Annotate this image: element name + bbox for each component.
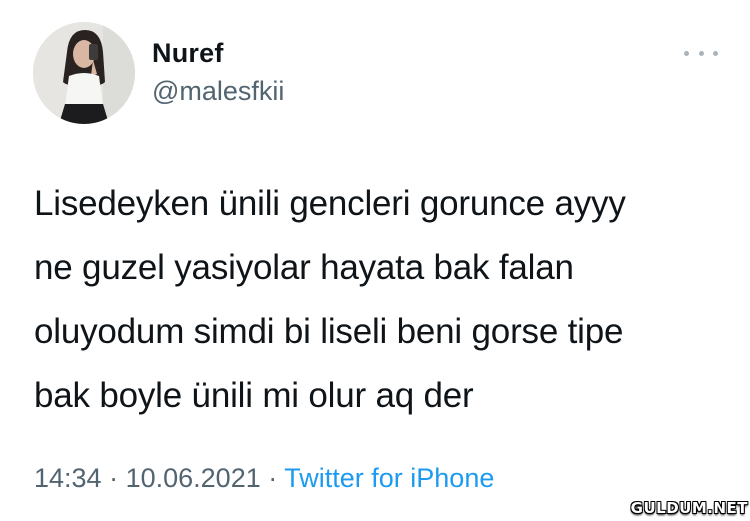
watermark: GULDUM.NET (630, 499, 748, 517)
user-handle[interactable]: @malesfkii (152, 76, 284, 107)
more-horizontal-icon-dot (684, 50, 689, 56)
tweet-text-line: ne guzel yasiyolar hayata bak falan (34, 248, 574, 287)
tweet-text-line: oluyodum simdi bi liseli beni gorse tipe (34, 312, 624, 351)
tweet-card: Nuref @malesfkii Lisedeyken ünili gencle… (0, 0, 750, 521)
tweet-text: Lisedeyken ünili gencleri gorunce ayyy n… (34, 172, 734, 428)
more-horizontal-icon-dot (698, 50, 704, 56)
more-horizontal-icon-dot (713, 50, 718, 56)
tweet-metadata: 14:34 · 10.06.2021 · Twitter for iPhone (34, 463, 494, 494)
avatar[interactable] (33, 22, 135, 124)
display-name[interactable]: Nuref (152, 38, 224, 69)
tweet-text-line: Lisedeyken ünili gencleri gorunce ayyy (34, 184, 626, 223)
tweet-text-line: bak boyle ünili mi olur aq der (34, 376, 474, 415)
tweet-date[interactable]: 10.06.2021 (126, 463, 261, 493)
avatar-photo (33, 22, 135, 124)
meta-separator: · (268, 463, 285, 493)
tweet-source-link[interactable]: Twitter for iPhone (284, 463, 494, 493)
more-options-button[interactable] (684, 44, 718, 62)
meta-separator: · (109, 463, 126, 493)
tweet-time[interactable]: 14:34 (34, 463, 102, 493)
